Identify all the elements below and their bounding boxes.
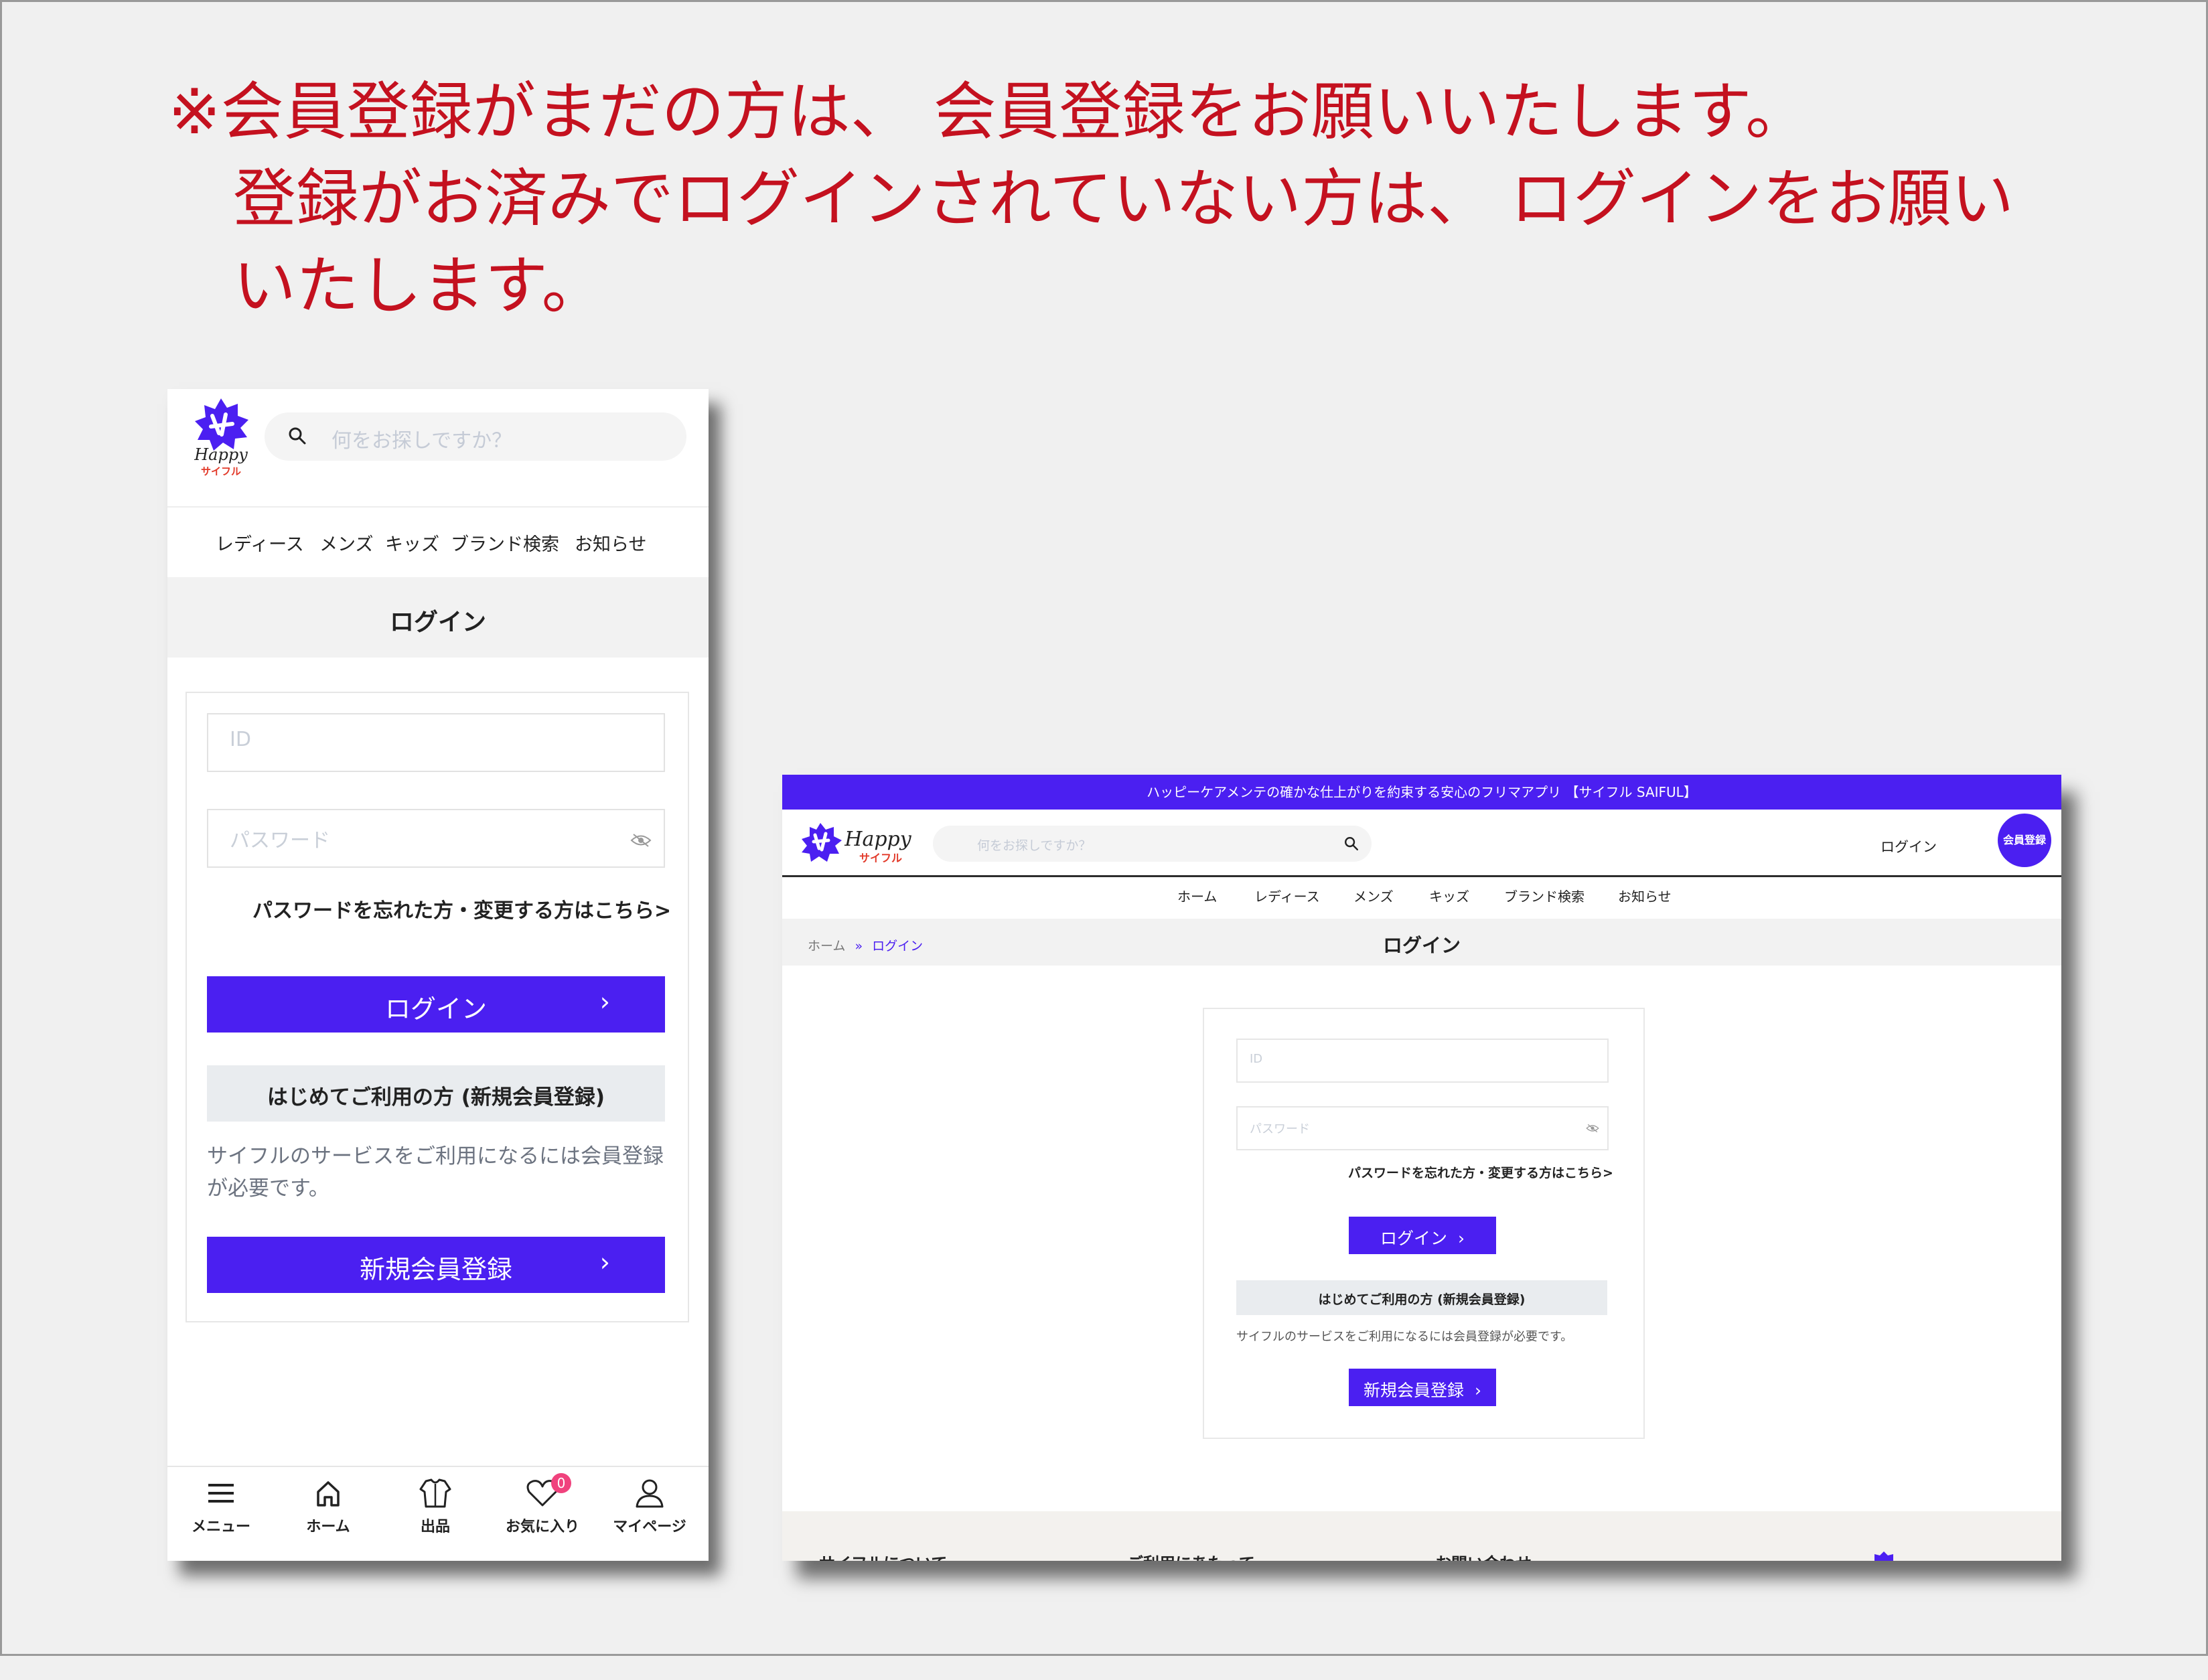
register-button-label: 新規会員登録 › bbox=[1364, 1381, 1481, 1400]
nav-item-ladies[interactable]: レディース bbox=[216, 530, 304, 556]
search-icon[interactable] bbox=[1343, 836, 1359, 852]
register-button[interactable]: 新規会員登録 › bbox=[207, 1237, 665, 1293]
tab-favorites-label: お気に入り bbox=[505, 1519, 579, 1535]
notice-line-3: いたします。 bbox=[233, 250, 605, 323]
password-placeholder: パスワード bbox=[1250, 1122, 1310, 1136]
tab-sell-label: 出品 bbox=[420, 1519, 450, 1535]
id-placeholder: ID bbox=[1250, 1052, 1263, 1066]
logo-icon[interactable]: Happy サイフル bbox=[184, 396, 258, 479]
login-form: ID パスワード パスワードを忘れた方・変更する方はこちら> ログイン › はじ… bbox=[186, 692, 689, 1322]
search-icon bbox=[289, 427, 306, 445]
login-button[interactable]: ログイン › bbox=[1349, 1217, 1496, 1254]
home-icon bbox=[317, 1481, 340, 1507]
page-title-bar: ホーム » ログイン ログイン bbox=[782, 919, 2061, 966]
nav-item-kids[interactable]: キッズ bbox=[385, 530, 439, 556]
tab-menu[interactable]: メニュー bbox=[171, 1477, 271, 1536]
eye-slash-icon[interactable] bbox=[1586, 1124, 1599, 1133]
chevron-right-icon: › bbox=[599, 1247, 610, 1277]
divider bbox=[167, 506, 709, 508]
nav-item-home[interactable]: ホーム bbox=[1177, 886, 1217, 905]
search-placeholder: 何をお探しですか？ bbox=[332, 429, 512, 453]
nav-item-brand-search[interactable]: ブランド検索 bbox=[1504, 886, 1585, 905]
tab-favorites[interactable]: 0 お気に入り bbox=[492, 1473, 593, 1536]
header-divider bbox=[782, 875, 2061, 877]
register-button-label: 新規会員登録 bbox=[359, 1255, 512, 1284]
register-button[interactable]: 新規会員登録 › bbox=[1349, 1369, 1496, 1406]
user-icon bbox=[636, 1479, 664, 1508]
header-login-link[interactable]: ログイン bbox=[1881, 836, 1937, 856]
login-button-label: ログイン bbox=[384, 994, 487, 1024]
tabbar-divider bbox=[167, 1466, 709, 1467]
search-input[interactable]: 何をお探しですか？ bbox=[933, 826, 1372, 862]
nav-item-brand-search[interactable]: ブランド検索 bbox=[451, 530, 559, 556]
first-time-heading-box: はじめてご利用の方 (新規会員登録) bbox=[207, 1065, 665, 1122]
login-button[interactable]: ログイン › bbox=[207, 976, 665, 1033]
logo-text: Happy bbox=[844, 828, 911, 851]
notice-line-1: ※会員登録がまだの方は、 会員登録をお願いいたします。 bbox=[168, 76, 1809, 149]
first-time-heading: はじめてご利用の方 (新規会員登録) bbox=[267, 1085, 605, 1110]
tab-mypage[interactable]: マイページ bbox=[599, 1477, 700, 1536]
tab-mypage-label: マイページ bbox=[613, 1519, 686, 1535]
top-banner: ハッピーケアメンテの確かな仕上がりを約束する安心のフリマアプリ 【サイフル SA… bbox=[782, 775, 2061, 810]
logo-text: Happy bbox=[194, 445, 248, 464]
forgot-password-link[interactable]: パスワードを忘れた方・変更する方はこちら> bbox=[1348, 1163, 1613, 1181]
desktop-login-screenshot: ハッピーケアメンテの確かな仕上がりを約束する安心のフリマアプリ 【サイフル SA… bbox=[782, 775, 2061, 1561]
page-title: ログイン bbox=[1382, 934, 1461, 957]
first-time-description: サイフルのサービスをご利用になるには会員登録が必要です。 bbox=[1236, 1330, 1573, 1344]
footer-usage[interactable]: ご利用にあたって bbox=[1127, 1550, 1255, 1561]
footer-contact[interactable]: お問い合わせ bbox=[1435, 1550, 1532, 1561]
first-time-heading-box: はじめてご利用の方 (新規会員登録) bbox=[1236, 1280, 1607, 1315]
chevron-right-icon: › bbox=[599, 987, 610, 1016]
footer: サイフルについて ご利用にあたって お問い合わせ bbox=[782, 1511, 2061, 1561]
footer-logo-icon bbox=[1874, 1551, 1893, 1561]
login-button-label: ログイン › bbox=[1380, 1229, 1465, 1248]
shirt-icon bbox=[419, 1478, 451, 1508]
header-register-button[interactable]: 会員登録 bbox=[1998, 814, 2051, 867]
logo-sub: サイフル bbox=[859, 852, 902, 864]
page-title: ログイン bbox=[389, 609, 486, 636]
first-time-heading: はじめてご利用の方 (新規会員登録) bbox=[1318, 1292, 1526, 1307]
slide-frame: ※会員登録がまだの方は、 会員登録をお願いいたします。 登録がお済みでログインさ… bbox=[0, 0, 2208, 1656]
id-placeholder: ID bbox=[230, 728, 251, 751]
nav-item-mens[interactable]: メンズ bbox=[319, 530, 373, 556]
nav-item-kids[interactable]: キッズ bbox=[1429, 886, 1469, 905]
tab-sell[interactable]: 出品 bbox=[385, 1477, 486, 1536]
nav-item-mens[interactable]: メンズ bbox=[1353, 886, 1394, 905]
nav-item-ladies[interactable]: レディース bbox=[1254, 886, 1320, 905]
search-input[interactable]: 何をお探しですか？ bbox=[265, 412, 686, 461]
logo-icon[interactable]: Happy サイフル bbox=[799, 820, 916, 867]
favorites-badge: 0 bbox=[551, 1473, 571, 1493]
first-time-description: サイフルのサービスをご利用になるには会員登録が必要です。 bbox=[207, 1144, 664, 1201]
tab-home-label: ホーム bbox=[306, 1519, 350, 1535]
id-field[interactable]: ID bbox=[1236, 1039, 1609, 1083]
page-title-bar: ログイン bbox=[167, 577, 709, 658]
tab-home[interactable]: ホーム bbox=[278, 1477, 378, 1536]
search-placeholder: 何をお探しですか？ bbox=[977, 838, 1092, 853]
eye-slash-icon[interactable] bbox=[630, 833, 652, 848]
nav-item-news[interactable]: お知らせ bbox=[1618, 886, 1672, 905]
password-field[interactable]: パスワード bbox=[207, 809, 665, 868]
mobile-login-screenshot: Happy サイフル 何をお探しですか？ レディース メンズ キッズ ブランド検… bbox=[167, 389, 709, 1561]
logo-sub: サイフル bbox=[201, 465, 241, 477]
notice-line-2: 登録がお済みでログインされていない方は、 ログインをお願い bbox=[233, 163, 2014, 236]
id-field[interactable]: ID bbox=[207, 713, 665, 772]
footer-about[interactable]: サイフルについて bbox=[819, 1550, 947, 1561]
nav-item-news[interactable]: お知らせ bbox=[575, 530, 646, 556]
tab-menu-label: メニュー bbox=[191, 1519, 250, 1535]
password-placeholder: パスワード bbox=[230, 829, 330, 852]
login-form: ID パスワード パスワードを忘れた方・変更する方はこちら> ログイン › はじ… bbox=[1203, 1008, 1645, 1439]
menu-icon bbox=[208, 1484, 234, 1503]
password-field[interactable]: パスワード bbox=[1236, 1106, 1609, 1150]
forgot-password-link[interactable]: パスワードを忘れた方・変更する方はこちら> bbox=[252, 894, 671, 923]
